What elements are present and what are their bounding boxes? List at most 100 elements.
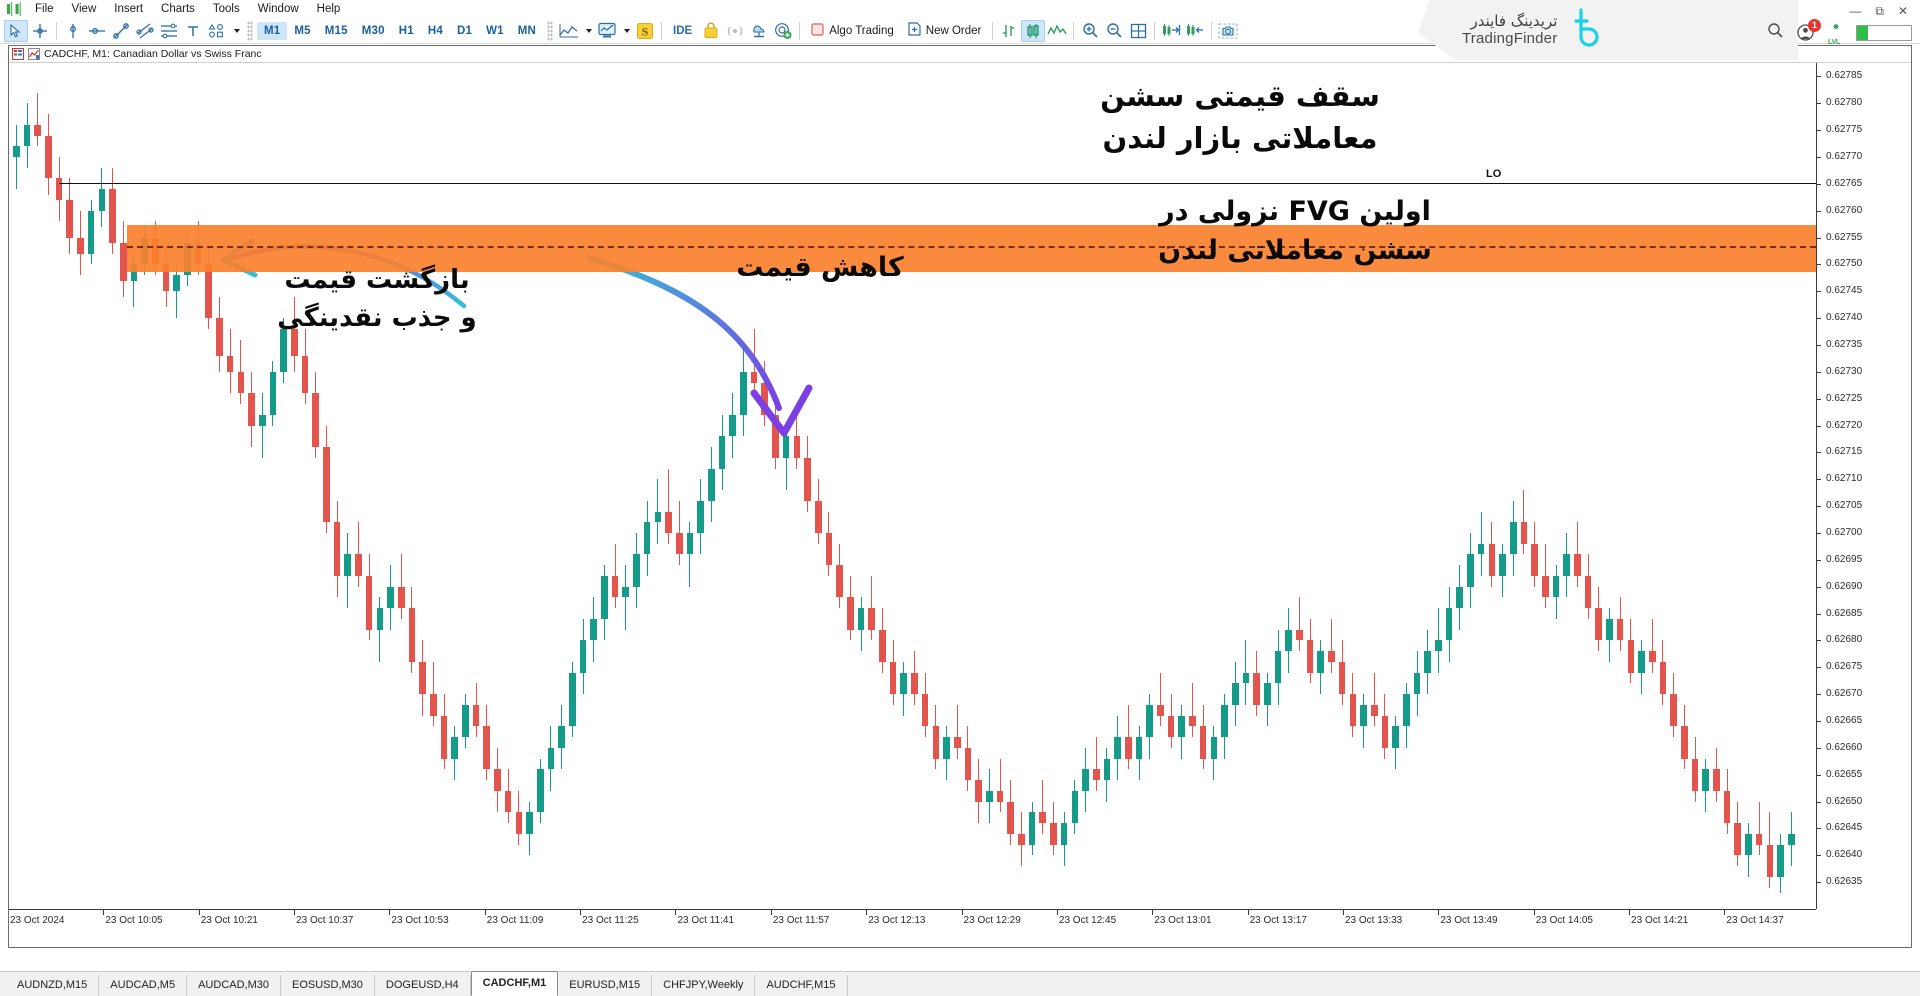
chart-tab[interactable]: EOSUSD,M30 — [281, 975, 375, 996]
candlestick — [237, 63, 245, 909]
fibonacci-icon[interactable] — [157, 20, 181, 42]
zoom-in-icon[interactable] — [1078, 20, 1102, 42]
price-tick-label: 0.62695 — [1826, 553, 1863, 565]
auto-scroll-icon[interactable] — [1183, 20, 1207, 42]
chart-tab[interactable]: DOGEUSD,H4 — [375, 975, 471, 996]
candlestick — [1210, 63, 1218, 909]
candlestick — [258, 63, 266, 909]
candle-body — [23, 124, 31, 147]
timeframe-mn[interactable]: MN — [511, 22, 543, 40]
candlestick — [1103, 63, 1111, 909]
line-chart-dropdown-icon[interactable] — [581, 20, 595, 42]
close-icon[interactable]: ✕ — [1898, 4, 1908, 18]
restore-icon[interactable]: ⧉ — [1875, 4, 1884, 19]
menu-view[interactable]: View — [63, 1, 106, 17]
chart-tab[interactable]: AUDCAD,M30 — [187, 975, 281, 996]
toolbar-separator-3 — [661, 21, 663, 40]
candle-body — [1082, 769, 1089, 791]
london-high-level-line[interactable] — [59, 182, 1816, 184]
grid-icon[interactable] — [1126, 20, 1150, 42]
candlestick — [291, 63, 298, 909]
chart-tab-bar: AUDNZD,M15 AUDCAD,M5 AUDCAD,M30 EOSUSD,M30 D… — [0, 971, 1920, 996]
shapes-dropdown-icon[interactable] — [229, 20, 243, 42]
toolbar-grip-2[interactable] — [547, 20, 554, 41]
time-tick-label: 23 Oct 10:37 — [296, 915, 354, 926]
candle-body — [1317, 651, 1325, 673]
candlestick — [975, 63, 982, 909]
templates-dropdown-icon[interactable] — [619, 20, 633, 42]
timeframe-h1[interactable]: H1 — [392, 22, 421, 40]
market-bag-icon[interactable] — [699, 20, 723, 42]
candlestick — [1221, 63, 1228, 909]
chart-tab[interactable]: CHFJPY,Weekly — [652, 975, 756, 996]
time-tick-label: 23 Oct 10:05 — [105, 915, 163, 926]
ide-button[interactable]: IDE — [666, 23, 699, 39]
timeframe-m30[interactable]: M30 — [355, 22, 392, 40]
dollar-icon[interactable]: S — [633, 20, 657, 42]
vertical-line-icon[interactable] — [61, 20, 85, 42]
chart-tab[interactable]: AUDNZD,M15 — [6, 975, 100, 996]
time-axis[interactable]: 23 Oct 2024 23 Oct 10:05 23 Oct 10:21 23 Oc… — [9, 909, 1816, 947]
search-icon[interactable] — [1767, 22, 1784, 44]
candlestick — [1488, 63, 1496, 909]
menu-insert[interactable]: Insert — [105, 1, 152, 17]
candlestick — [483, 63, 491, 909]
minimize-icon[interactable]: — — [1849, 4, 1861, 18]
copy-trading-icon[interactable] — [771, 20, 795, 42]
notifications-icon[interactable]: 1 — [1796, 19, 1821, 43]
indicator-icon — [28, 48, 40, 60]
fvg-midline[interactable] — [127, 245, 1816, 248]
equidistant-channel-icon[interactable] — [133, 20, 157, 42]
toolbar-separator-8 — [1211, 21, 1213, 40]
algo-trading-button[interactable]: Algo Trading — [804, 21, 901, 41]
timeframe-d1[interactable]: D1 — [450, 22, 479, 40]
menu-window[interactable]: Window — [249, 1, 308, 17]
chart-tab-active[interactable]: CADCHF,M1 — [470, 971, 559, 996]
screenshot-icon[interactable] — [1216, 20, 1240, 42]
new-order-button[interactable]: New Order — [901, 20, 989, 41]
candlestick — [1114, 63, 1121, 909]
line-icon[interactable] — [1045, 20, 1069, 42]
chart-plot-area[interactable]: LO — [9, 63, 1816, 909]
shapes-icon[interactable] — [205, 20, 229, 42]
candle-wick — [379, 597, 381, 662]
chart-shift-icon[interactable] — [1159, 20, 1183, 42]
timeframe-m15[interactable]: M15 — [318, 22, 355, 40]
menu-tools[interactable]: Tools — [204, 1, 249, 17]
toolbar-grip[interactable] — [247, 20, 253, 41]
candle-body — [686, 533, 694, 555]
zoom-out-icon[interactable] — [1102, 20, 1126, 42]
menu-help[interactable]: Help — [308, 1, 350, 17]
timeframe-m5[interactable]: M5 — [287, 22, 317, 40]
vps-cloud-icon[interactable] — [747, 20, 771, 42]
candlestick — [793, 63, 801, 909]
menu-charts[interactable]: Charts — [152, 1, 204, 17]
timeframe-m1[interactable]: M1 — [257, 21, 288, 40]
candlestick — [633, 63, 640, 909]
candlestick-chart-icon[interactable] — [1021, 19, 1046, 42]
chart-title-text: CADCHF, M1: Canadian Dollar vs Swiss Fra… — [44, 48, 262, 60]
cursor-tool-button[interactable] — [4, 19, 28, 42]
bar-chart-icon[interactable] — [997, 20, 1021, 42]
signals-icon[interactable] — [723, 20, 747, 42]
candle-body — [109, 189, 116, 243]
account-level-icon[interactable]: LVL — [1828, 21, 1844, 46]
price-tick-label: 0.62690 — [1826, 580, 1863, 592]
text-tool-icon[interactable] — [181, 20, 205, 42]
price-axis[interactable]: 0.62785 0.62780 0.62775 0.62770 0.62765 0.627… — [1816, 63, 1911, 909]
timeframe-w1[interactable]: W1 — [479, 22, 511, 40]
candlestick — [1616, 63, 1624, 909]
chart-tab[interactable]: AUDCHF,M15 — [755, 975, 848, 996]
trend-line-icon[interactable] — [109, 20, 133, 42]
menu-file[interactable]: File — [26, 1, 63, 17]
horizontal-line-icon[interactable] — [85, 20, 109, 42]
candlestick — [141, 63, 148, 909]
candle-body — [953, 737, 961, 748]
candlestick — [1499, 63, 1506, 909]
chart-tab[interactable]: EURUSD,M15 — [558, 975, 653, 996]
chart-tab[interactable]: AUDCAD,M5 — [99, 975, 188, 996]
timeframe-h4[interactable]: H4 — [421, 22, 450, 40]
crosshair-tool-button[interactable] — [28, 20, 52, 42]
templates-icon[interactable] — [595, 20, 619, 42]
line-chart-icon[interactable] — [557, 20, 581, 42]
